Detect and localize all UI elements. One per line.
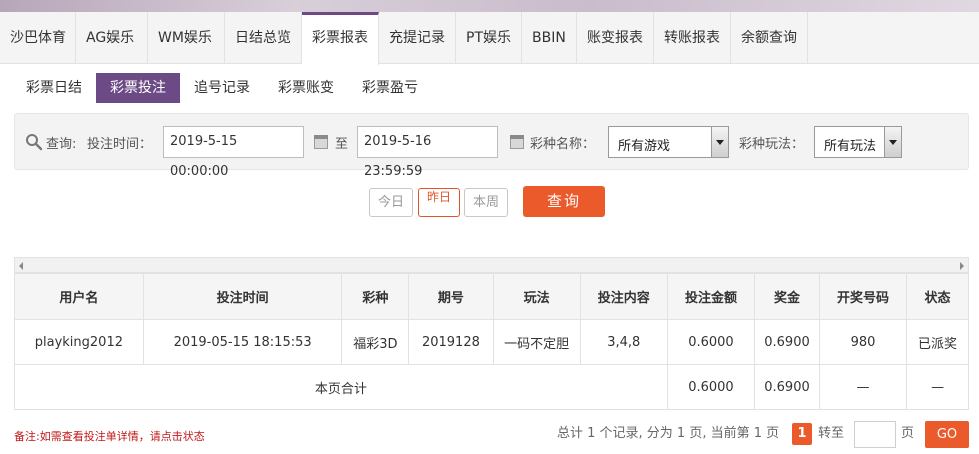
tab-balance-query[interactable]: 余额查询	[731, 12, 808, 64]
tab-ag[interactable]: AG娱乐	[76, 12, 148, 64]
today-button[interactable]: 今日	[369, 188, 413, 217]
tab-bbin[interactable]: BBIN	[522, 12, 577, 64]
tab-daily-overview[interactable]: 日结总览	[225, 12, 302, 64]
play-type-select[interactable]: 所有玩法	[814, 126, 902, 158]
total-bonus: 0.6900	[754, 364, 820, 410]
tab-transfer-report[interactable]: 转账报表	[654, 12, 731, 64]
subtab-lottery-daily[interactable]: 彩票日结	[12, 73, 96, 103]
page-number-input[interactable]	[854, 421, 896, 448]
col-header-bet-content: 投注内容	[579, 273, 668, 320]
col-header-issue: 期号	[408, 273, 494, 320]
goto-label: 转至	[818, 426, 845, 441]
game-name-select[interactable]: 所有游戏	[608, 126, 729, 158]
col-header-username: 用户名	[14, 273, 144, 320]
bet-time-label: 投注时间：	[87, 137, 153, 152]
chevron-down-icon[interactable]	[711, 127, 728, 157]
col-header-bet-time: 投注时间	[142, 273, 343, 320]
scroll-left-icon[interactable]	[19, 262, 23, 270]
total-bet-amount: 0.6000	[666, 364, 756, 410]
query-label: 查询:	[46, 137, 77, 152]
game-name-value: 所有游戏	[618, 139, 671, 154]
cell-bet-time: 2019-05-15 18:15:53	[142, 319, 343, 365]
tab-wm[interactable]: WM娱乐	[148, 12, 225, 64]
cell-issue: 2019128	[408, 319, 494, 365]
col-header-winning-number: 开奖号码	[818, 273, 908, 320]
tab-saba-sports[interactable]: 沙巴体育	[0, 12, 76, 64]
subtab-lottery-account-change[interactable]: 彩票账变	[264, 73, 348, 103]
col-header-lottery: 彩种	[341, 273, 410, 320]
lottery-subtabs: 彩票日结 彩票投注 追号记录 彩票账变 彩票盈亏	[12, 73, 432, 103]
total-winning-number: —	[818, 364, 908, 410]
table-total-row: 本页合计 0.6000 0.6900 — —	[14, 364, 969, 410]
tab-lottery-report[interactable]: 彩票报表	[302, 12, 379, 65]
play-type-label: 彩种玩法：	[739, 137, 805, 152]
play-type-value: 所有玩法	[824, 139, 877, 154]
calendar-icon[interactable]	[510, 135, 524, 149]
col-header-play-type: 玩法	[492, 273, 581, 320]
total-status: —	[906, 364, 969, 410]
tab-deposit-withdraw[interactable]: 充提记录	[379, 12, 456, 64]
page-unit-label: 页	[901, 426, 915, 441]
cell-username: playking2012	[14, 319, 144, 365]
cell-bonus: 0.6900	[754, 319, 820, 365]
cell-lottery: 福彩3D	[341, 319, 410, 365]
tab-pt[interactable]: PT娱乐	[456, 12, 522, 64]
pagination-summary: 总计 1 个记录, 分为 1 页, 当前第 1 页	[557, 426, 780, 441]
report-tabs: 沙巴体育 AG娱乐 WM娱乐 日结总览 彩票报表 充提记录 PT娱乐 BBIN …	[0, 12, 979, 65]
cell-bet-amount: 0.6000	[666, 319, 756, 365]
horizontal-scrollbar[interactable]	[14, 257, 969, 273]
col-header-status: 状态	[906, 273, 969, 320]
col-header-bet-amount: 投注金额	[666, 273, 756, 320]
range-to-label: 至	[335, 137, 349, 152]
current-page-number[interactable]: 1	[792, 423, 812, 445]
calendar-icon[interactable]	[314, 135, 328, 149]
status-link[interactable]: 已派奖	[906, 319, 969, 365]
table-header-row: 用户名 投注时间 彩种 期号 玩法 投注内容 投注金额 奖金 开奖号码 状态	[14, 273, 969, 320]
subtab-chase-records[interactable]: 追号记录	[180, 73, 264, 103]
cell-bet-content: 3,4,8	[579, 319, 668, 365]
search-icon	[26, 134, 43, 151]
tab-account-change[interactable]: 账变报表	[577, 12, 654, 64]
filter-panel: 查询: 投注时间： 2019-5-15 00:00:00 至 2019-5-16…	[14, 113, 969, 179]
subtab-lottery-profit[interactable]: 彩票盈亏	[348, 73, 432, 103]
go-button[interactable]: GO	[925, 421, 969, 448]
total-label: 本页合计	[14, 364, 668, 410]
cell-winning-number: 980	[818, 319, 908, 365]
start-time-input[interactable]: 2019-5-15 00:00:00	[163, 126, 304, 179]
top-decor-strip	[0, 0, 979, 12]
yesterday-button[interactable]: 昨日	[418, 188, 460, 217]
this-week-button[interactable]: 本周	[464, 188, 508, 217]
cell-play-type: 一码不定胆	[492, 319, 581, 365]
bets-table: 用户名 投注时间 彩种 期号 玩法 投注内容 投注金额 奖金 开奖号码 状态 p…	[14, 273, 969, 410]
subtab-lottery-bets[interactable]: 彩票投注	[96, 73, 180, 103]
remark-note: 备注:如需查看投注单详情，请点击状态	[14, 430, 205, 443]
end-time-input[interactable]: 2019-5-16 23:59:59	[357, 126, 498, 179]
scroll-right-icon[interactable]	[960, 262, 964, 270]
game-name-label: 彩种名称：	[530, 137, 596, 152]
table-row: playking2012 2019-05-15 18:15:53 福彩3D 20…	[14, 319, 969, 365]
chevron-down-icon[interactable]	[884, 127, 901, 157]
col-header-bonus: 奖金	[754, 273, 820, 320]
search-button[interactable]: 查询	[523, 186, 605, 217]
